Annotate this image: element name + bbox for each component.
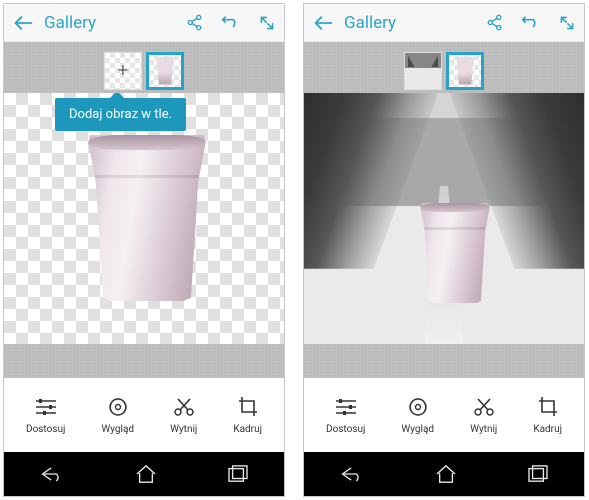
tool-label: Wygląd — [401, 424, 434, 435]
thumb-cup-layer[interactable] — [446, 52, 484, 90]
header-title: Gallery — [44, 13, 96, 33]
nav-back-icon[interactable] — [39, 465, 65, 483]
header-actions — [186, 14, 275, 31]
tool-label: Kadruj — [233, 424, 262, 435]
header-left: Gallery — [313, 13, 396, 33]
tool-label: Kadruj — [533, 424, 562, 435]
thumb-add-background[interactable]: + — [104, 52, 142, 90]
plus-icon: + — [118, 60, 128, 81]
cup-mini-icon — [155, 57, 175, 85]
tool-cut[interactable]: Wytnij — [170, 396, 197, 435]
two-phone-layout: Gallery + Dodaj obraz w tle. — [0, 0, 589, 500]
nav-back-icon[interactable] — [339, 465, 365, 483]
bottom-toolbar: Dostosuj Wygląd Wytnij Kadruj — [4, 378, 284, 452]
phone-right: Gallery — [303, 3, 585, 497]
undo-icon[interactable] — [221, 15, 241, 31]
thumb-cup-layer[interactable] — [146, 52, 184, 90]
tool-cut[interactable]: Wytnij — [470, 396, 497, 435]
tool-look[interactable]: Wygląd — [101, 396, 134, 435]
android-navbar — [4, 452, 284, 496]
tool-adjust[interactable]: Dostosuj — [26, 396, 65, 435]
tool-crop[interactable]: Kadruj — [233, 396, 262, 435]
tool-look[interactable]: Wygląd — [401, 396, 434, 435]
undo-icon[interactable] — [521, 15, 541, 31]
tool-crop[interactable]: Kadruj — [533, 396, 562, 435]
share-icon[interactable] — [486, 14, 503, 31]
app-header: Gallery — [4, 4, 284, 42]
cup-object[interactable] — [419, 203, 491, 303]
add-bg-tooltip: Dodaj obraz w tle. — [55, 98, 186, 131]
tool-label: Wytnij — [470, 424, 497, 435]
tool-label: Dostosuj — [26, 424, 65, 435]
expand-icon[interactable] — [259, 15, 275, 31]
tool-label: Wygląd — [101, 424, 134, 435]
cup-object[interactable] — [86, 135, 208, 301]
back-arrow-icon[interactable] — [13, 15, 33, 31]
tool-label: Wytnij — [170, 424, 197, 435]
back-arrow-icon[interactable] — [313, 15, 333, 31]
app-header: Gallery — [304, 4, 584, 42]
cup-mini-icon — [455, 57, 475, 85]
canvas-area[interactable] — [304, 93, 584, 344]
phone-left: Gallery + Dodaj obraz w tle. — [3, 3, 285, 497]
bottom-strip — [4, 344, 284, 378]
nav-recent-icon[interactable] — [527, 465, 549, 483]
nav-home-icon[interactable] — [434, 464, 458, 484]
expand-icon[interactable] — [559, 15, 575, 31]
bottom-toolbar: Dostosuj Wygląd Wytnij Kadruj — [304, 378, 584, 452]
canvas-area[interactable]: Dodaj obraz w tle. — [4, 93, 284, 344]
header-left: Gallery — [13, 13, 96, 33]
thumbnail-strip — [304, 42, 584, 93]
tool-label: Dostosuj — [326, 424, 365, 435]
header-title: Gallery — [344, 13, 396, 33]
tool-adjust[interactable]: Dostosuj — [326, 396, 365, 435]
thumbnail-strip: + — [4, 42, 284, 93]
header-actions — [486, 14, 575, 31]
share-icon[interactable] — [186, 14, 203, 31]
thumb-snow-background[interactable] — [404, 52, 442, 90]
android-navbar — [304, 452, 584, 496]
nav-home-icon[interactable] — [134, 464, 158, 484]
nav-recent-icon[interactable] — [227, 465, 249, 483]
bottom-strip — [304, 344, 584, 378]
